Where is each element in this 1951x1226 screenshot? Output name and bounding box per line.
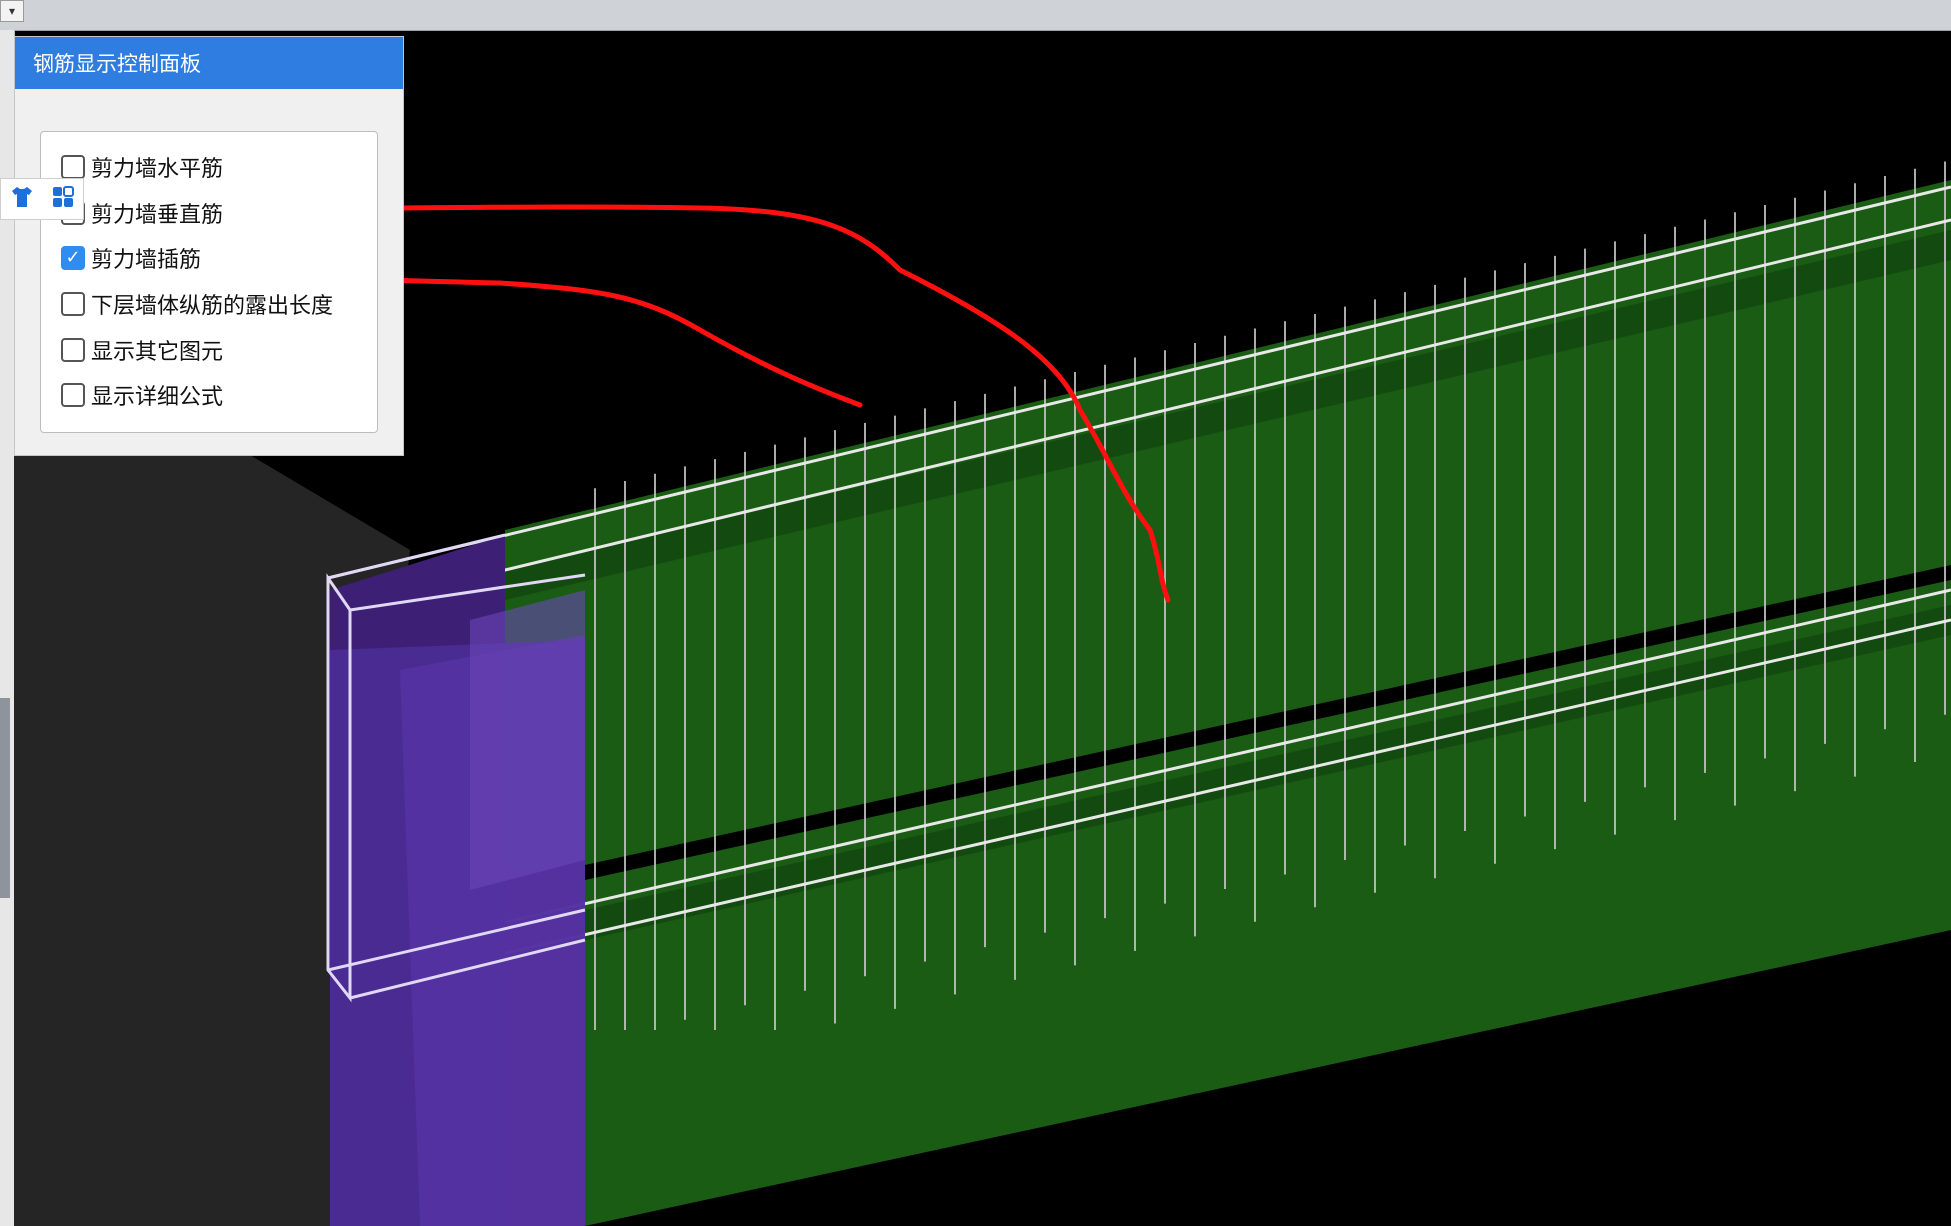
- corner-dropdown[interactable]: ▾: [0, 0, 24, 22]
- option-label: 下层墙体纵筋的露出长度: [91, 294, 334, 319]
- option-1[interactable]: ✓剪力墙垂直筋: [61, 196, 223, 230]
- checkbox[interactable]: ✓: [61, 246, 85, 270]
- option-0[interactable]: ✓剪力墙水平筋: [61, 150, 223, 184]
- option-3[interactable]: ✓下层墙体纵筋的露出长度: [61, 287, 333, 321]
- checkbox[interactable]: ✓: [61, 155, 85, 179]
- option-label: 显示详细公式: [91, 385, 224, 410]
- checkbox[interactable]: ✓: [61, 338, 85, 362]
- check-icon: ✓: [65, 247, 81, 268]
- checkbox[interactable]: ✓: [61, 383, 85, 407]
- options-group: ✓剪力墙水平筋✓剪力墙垂直筋✓剪力墙插筋✓下层墙体纵筋的露出长度✓显示其它图元✓…: [40, 131, 378, 433]
- rebar-display-panel: 钢筋显示控制面板 ✓剪力墙水平筋✓剪力墙垂直筋✓剪力墙插筋✓下层墙体纵筋的露出长…: [14, 36, 404, 456]
- option-2[interactable]: ✓ 剪力墙插筋: [61, 241, 201, 275]
- option-label: 显示其它图元: [91, 340, 224, 365]
- option-label: 剪力墙垂直筋: [91, 203, 224, 228]
- grid-icon[interactable]: [50, 184, 76, 214]
- option-5[interactable]: ✓显示详细公式: [61, 378, 223, 412]
- option-label: 剪力墙水平筋: [91, 157, 224, 182]
- floating-toolbar: [0, 178, 84, 220]
- panel-title: 钢筋显示控制面板: [15, 37, 403, 89]
- column-highlight: [470, 590, 585, 890]
- shirt-icon[interactable]: [9, 184, 35, 214]
- option-label: 剪力墙插筋: [91, 248, 202, 273]
- option-4[interactable]: ✓显示其它图元: [61, 333, 223, 367]
- top-toolbar: [0, 0, 1951, 31]
- checkbox[interactable]: ✓: [61, 292, 85, 316]
